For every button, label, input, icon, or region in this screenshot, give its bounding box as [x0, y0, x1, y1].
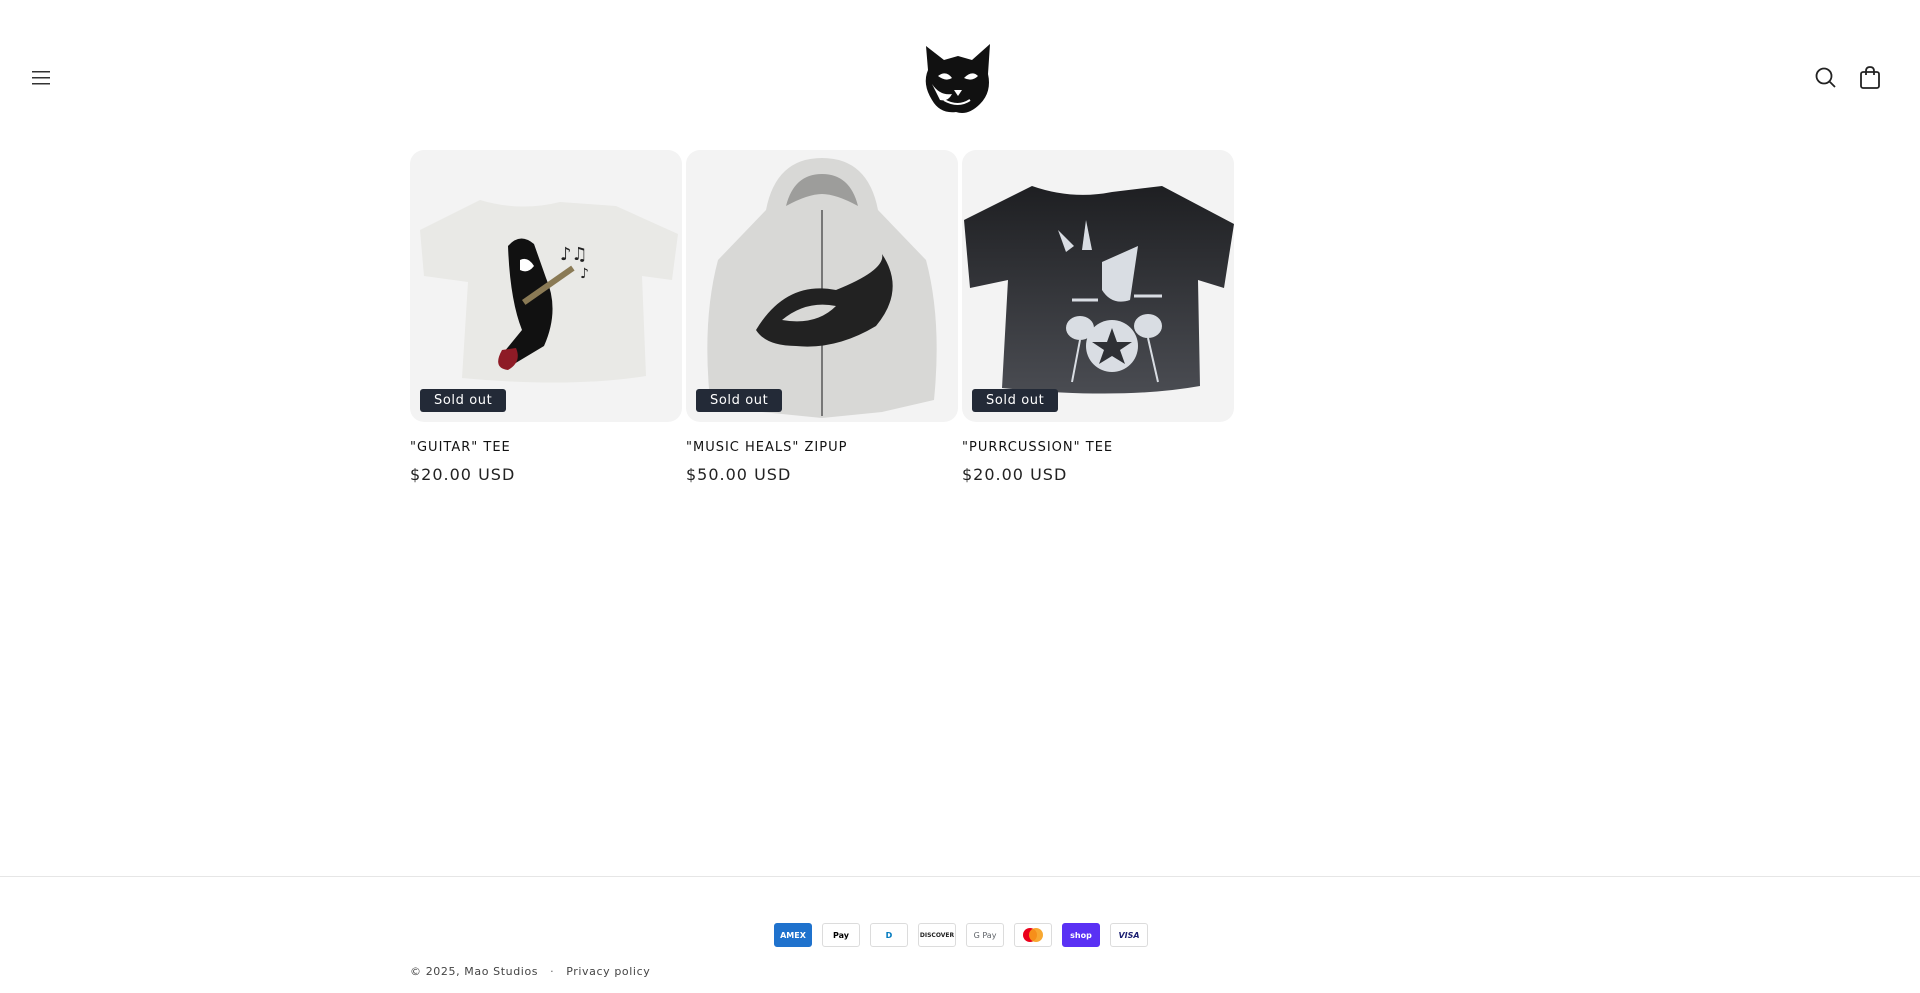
svg-text:♪: ♪	[580, 266, 589, 282]
mastercard-icon	[1014, 923, 1052, 947]
sold-out-badge: Sold out	[696, 389, 783, 412]
purrcussion-tee-image	[964, 186, 1234, 394]
product-title[interactable]: "GUITAR" TEE	[410, 440, 682, 455]
product-price: $50.00 USD	[686, 465, 792, 484]
product-title[interactable]: "PURRCUSSION" TEE	[962, 440, 1234, 455]
search-icon	[1815, 67, 1836, 88]
product-image[interactable]: Sold out	[962, 150, 1234, 422]
shop-pay-icon: shop	[1062, 923, 1100, 947]
site-header	[0, 0, 1920, 140]
guitar-tee-image: ♪♫ ♪	[420, 200, 678, 383]
cart-button[interactable]	[1854, 62, 1886, 94]
store-logo[interactable]	[918, 40, 998, 118]
copyright-text: © 2025, Mao Studios	[410, 965, 539, 978]
product-image[interactable]: Sold out	[686, 150, 958, 422]
google-pay-icon: G Pay	[966, 923, 1004, 947]
separator-dot: ·	[550, 965, 555, 978]
product-title[interactable]: "MUSIC HEALS" ZIPUP	[686, 440, 958, 455]
product-card-purrcussion-tee[interactable]: Sold out "PURRCUSSION" TEE $20.00 USD	[962, 150, 1234, 484]
cart-icon	[1860, 66, 1880, 89]
hamburger-icon	[32, 71, 50, 85]
site-footer: AMEX Pay D DISCOVER G Pay shop VISA © 20…	[0, 876, 1920, 993]
cat-face-logo	[925, 44, 990, 113]
product-card-guitar-tee[interactable]: ♪♫ ♪ Sold out "GUITAR" TEE $20.00 USD	[410, 150, 682, 484]
menu-button[interactable]	[26, 62, 58, 94]
product-card-music-heals-zipup[interactable]: Sold out "MUSIC HEALS" ZIPUP $50.00 USD	[686, 150, 958, 484]
search-button[interactable]	[1810, 62, 1842, 94]
music-heals-zipup-image	[707, 158, 937, 418]
product-grid: ♪♫ ♪ Sold out "GUITAR" TEE $20.00 USD So…	[410, 150, 1234, 484]
apple-pay-icon: Pay	[822, 923, 860, 947]
product-price: $20.00 USD	[962, 465, 1068, 484]
copyright-bar: © 2025, Mao Studios · Privacy policy	[410, 965, 650, 978]
payment-icons: AMEX Pay D DISCOVER G Pay shop VISA	[774, 923, 1148, 947]
visa-icon: VISA	[1110, 923, 1148, 947]
svg-text:♪♫: ♪♫	[560, 244, 588, 265]
product-image[interactable]: ♪♫ ♪ Sold out	[410, 150, 682, 422]
product-price: $20.00 USD	[410, 465, 516, 484]
privacy-policy-link[interactable]: Privacy policy	[566, 965, 650, 978]
diners-club-icon: D	[870, 923, 908, 947]
sold-out-badge: Sold out	[972, 389, 1059, 412]
discover-icon: DISCOVER	[918, 923, 956, 947]
sold-out-badge: Sold out	[420, 389, 507, 412]
amex-icon: AMEX	[774, 923, 812, 947]
